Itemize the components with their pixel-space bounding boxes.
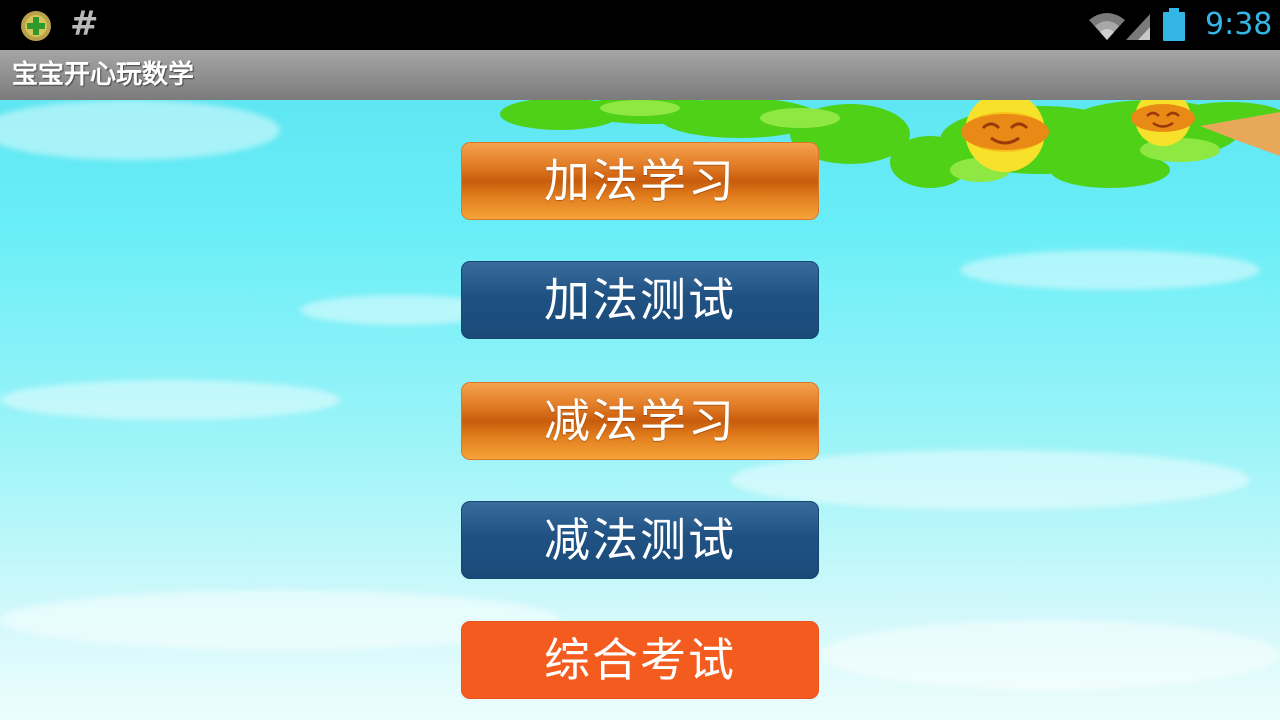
main-content: 加法学习 加法测试 减法学习 减法测试 综合考试 <box>0 100 1280 720</box>
cloud-decoration <box>960 250 1260 290</box>
app-title: 宝宝开心玩数学 <box>12 60 195 90</box>
subtraction-learn-label: 减法学习 <box>544 394 736 448</box>
addition-test-label: 加法测试 <box>544 273 736 327</box>
cloud-decoration <box>820 620 1280 690</box>
hash-icon: # <box>70 4 99 44</box>
screen: # 9:38 宝宝开心玩数学 加法学习 加法测试 减法学习 减法测试 综合考试 <box>0 0 1280 720</box>
comprehensive-exam-label: 综合考试 <box>544 633 736 687</box>
signal-icon <box>1126 14 1150 40</box>
battery-icon <box>1163 8 1185 41</box>
wifi-icon <box>1089 13 1125 40</box>
cloud-decoration <box>0 380 340 420</box>
addition-learn-button[interactable]: 加法学习 <box>461 142 819 220</box>
subtraction-learn-button[interactable]: 减法学习 <box>461 382 819 460</box>
subtraction-test-label: 减法测试 <box>544 513 736 567</box>
plus-circle-icon <box>21 11 51 41</box>
comprehensive-exam-button[interactable]: 综合考试 <box>461 621 819 699</box>
subtraction-test-button[interactable]: 减法测试 <box>461 501 819 579</box>
app-title-bar: 宝宝开心玩数学 <box>0 50 1280 100</box>
status-bar: # 9:38 <box>0 0 1280 50</box>
addition-learn-label: 加法学习 <box>544 154 736 208</box>
status-time: 9:38 <box>1205 7 1273 42</box>
addition-test-button[interactable]: 加法测试 <box>461 261 819 339</box>
